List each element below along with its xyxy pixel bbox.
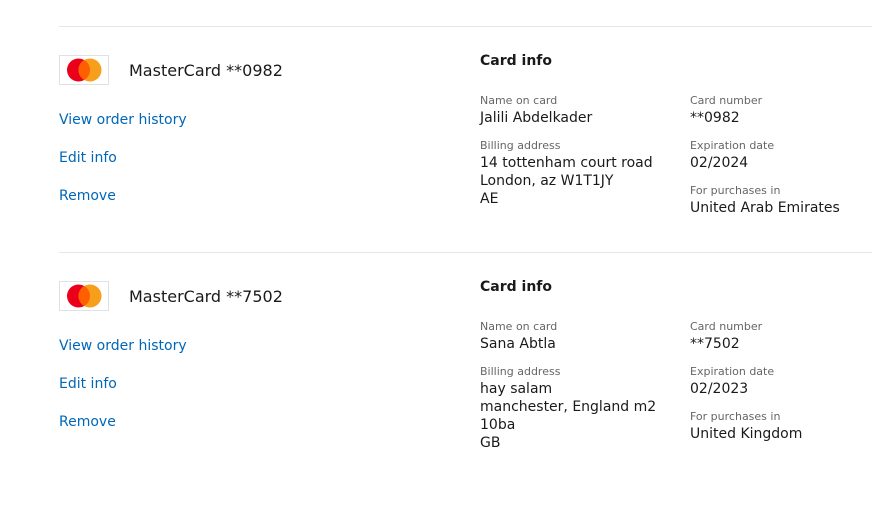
- expiration-date-label: Expiration date: [690, 139, 775, 152]
- name-on-card-label: Name on card: [480, 320, 558, 333]
- purchases-in-value: United Kingdom: [690, 426, 803, 442]
- purchases-in-value: United Arab Emirates: [690, 200, 840, 216]
- billing-address-label: Billing address: [480, 365, 561, 378]
- mastercard-logo-icon: [59, 281, 109, 311]
- billing-address-value: hay salam manchester, England m2 10ba GB: [480, 380, 656, 452]
- name-on-card-value: Jalili Abdelkader: [480, 110, 593, 126]
- view-order-history-link[interactable]: View order history: [59, 338, 187, 354]
- expiration-date-value: 02/2024: [690, 155, 749, 171]
- card-title: MasterCard **0982: [129, 61, 283, 80]
- billing-address-label: Billing address: [480, 139, 561, 152]
- remove-card-link[interactable]: Remove: [59, 188, 116, 204]
- card-number-label: Card number: [690, 320, 763, 333]
- billing-address-line: AE: [480, 191, 499, 207]
- purchases-in-label: For purchases in: [690, 184, 781, 197]
- billing-address-line: London, az W1T1JY: [480, 173, 614, 189]
- card-number-label: Card number: [690, 94, 763, 107]
- billing-address-line: 14 tottenham court road: [480, 155, 653, 171]
- mastercard-logo-icon: [59, 55, 109, 85]
- edit-info-link[interactable]: Edit info: [59, 150, 117, 166]
- billing-address-line: GB: [480, 435, 501, 451]
- billing-address-value: 14 tottenham court road London, az W1T1J…: [480, 154, 653, 208]
- payment-card-1: MasterCard **7502 View order history Edi…: [0, 253, 872, 479]
- payment-card-0: MasterCard **0982 View order history Edi…: [0, 27, 872, 253]
- card-info-heading: Card info: [480, 53, 552, 69]
- name-on-card-label: Name on card: [480, 94, 558, 107]
- card-info-heading: Card info: [480, 279, 552, 295]
- expiration-date-value: 02/2023: [690, 381, 749, 397]
- purchases-in-label: For purchases in: [690, 410, 781, 423]
- remove-card-link[interactable]: Remove: [59, 414, 116, 430]
- card-number-value: **0982: [690, 110, 740, 126]
- billing-address-line: manchester, England m2: [480, 399, 657, 415]
- billing-address-line: 10ba: [480, 417, 516, 433]
- card-number-value: **7502: [690, 336, 740, 352]
- name-on-card-value: Sana Abtla: [480, 336, 556, 352]
- billing-address-line: hay salam: [480, 381, 553, 397]
- card-title: MasterCard **7502: [129, 287, 283, 306]
- view-order-history-link[interactable]: View order history: [59, 112, 187, 128]
- edit-info-link[interactable]: Edit info: [59, 376, 117, 392]
- expiration-date-label: Expiration date: [690, 365, 775, 378]
